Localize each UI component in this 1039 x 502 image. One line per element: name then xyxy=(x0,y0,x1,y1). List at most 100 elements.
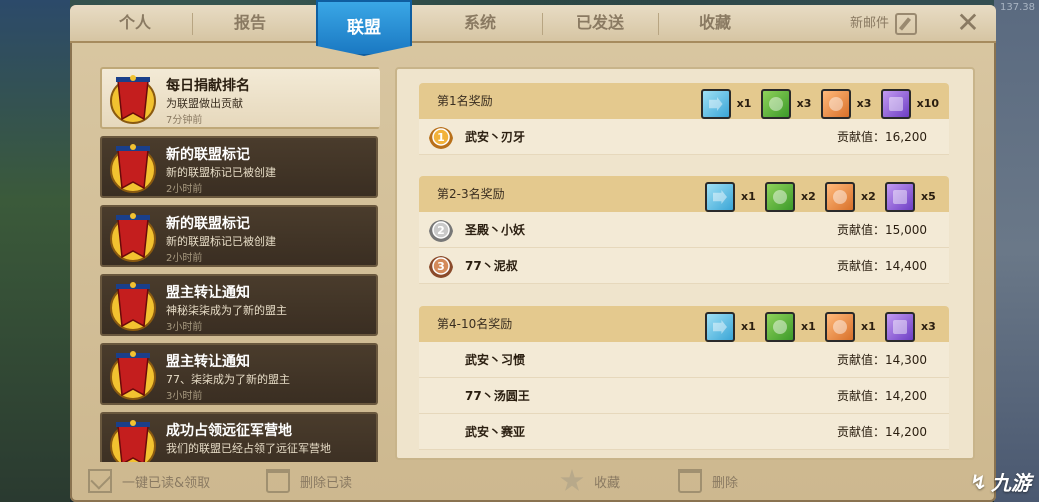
tab-alliance[interactable]: 联盟 xyxy=(316,0,412,56)
reward-section: 第1名奖励 x1 x3 x3 x10 1 武安丶刃牙 贡献值：16,200 xyxy=(419,83,949,155)
mail-list-item[interactable]: 盟主转让通知 77、柒柒成为了新的盟主 3小时前 xyxy=(100,343,378,405)
alliance-banner-icon xyxy=(108,73,158,125)
mail-list-item[interactable]: 成功占领远征军营地 我们的联盟已经占领了远征军营地 xyxy=(100,412,378,462)
player-name: 圣殿丶小妖 xyxy=(465,223,526,237)
reward-section-header: 第2-3名奖励 x1 x2 x2 x5 xyxy=(419,176,949,212)
player-name: 武安丶习惯 xyxy=(465,353,526,367)
watermark: ↯ 九游 xyxy=(970,467,1031,496)
reward-item[interactable]: x1 xyxy=(765,309,819,345)
speedup-icon xyxy=(705,182,735,212)
reward-count: x1 xyxy=(861,320,876,333)
mail-content: 第1名奖励 x1 x3 x3 x10 1 武安丶刃牙 贡献值：16,200 第2… xyxy=(395,67,975,460)
player-name: 77丶汤圆王 xyxy=(465,389,530,403)
reward-item[interactable]: x5 xyxy=(885,179,939,215)
tome-icon xyxy=(880,89,911,119)
coords-readout: 137.38 xyxy=(1000,2,1035,13)
reward-count: x10 xyxy=(916,97,939,110)
tome-icon xyxy=(885,312,915,342)
tab-divider xyxy=(192,13,193,35)
svg-text:3: 3 xyxy=(437,260,445,273)
bottom-bar: 一键已读&领取 删除已读 收藏 删除 xyxy=(70,460,996,502)
ranking-row: 武安丶习惯 贡献值：14,300 xyxy=(419,342,949,378)
tab-system[interactable]: 系统 xyxy=(420,5,540,43)
mail-time: 2小时前 xyxy=(166,184,203,195)
speedup-icon xyxy=(705,312,735,342)
tab-sent[interactable]: 已发送 xyxy=(544,5,656,43)
alliance-banner-icon xyxy=(108,418,158,462)
reward-item[interactable]: x1 xyxy=(705,179,759,215)
reward-count: x1 xyxy=(801,320,816,333)
reward-count: x1 xyxy=(741,190,756,203)
delete-read-button[interactable]: 删除已读 xyxy=(266,466,352,496)
reward-item[interactable]: x2 xyxy=(765,179,819,215)
svg-text:2: 2 xyxy=(437,224,445,237)
contribution-value: 贡献值：16,200 xyxy=(837,130,927,144)
mail-list-item[interactable]: 每日捐献排名 为联盟做出贡献 7分钟前 xyxy=(100,67,380,129)
mail-title: 新的联盟标记 xyxy=(166,216,250,232)
reward-tier-title: 第4-10名奖励 xyxy=(437,317,513,331)
reward-section-header: 第4-10名奖励 x1 x1 x1 x3 xyxy=(419,306,949,342)
favorite-label: 收藏 xyxy=(594,475,621,491)
mail-time: 3小时前 xyxy=(166,322,203,333)
mail-list-item[interactable]: 新的联盟标记 新的联盟标记已被创建 2小时前 xyxy=(100,205,378,267)
mail-subtitle: 77、柒柒成为了新的盟主 xyxy=(166,373,290,386)
delete-button[interactable]: 删除 xyxy=(678,466,738,496)
compose-icon xyxy=(895,13,918,35)
mail-subtitle: 新的联盟标记已被创建 xyxy=(166,235,276,248)
wood-icon xyxy=(825,182,855,212)
reward-item[interactable]: x10 xyxy=(880,86,939,122)
contribution-value: 贡献值：15,000 xyxy=(837,223,927,237)
tab-favorites[interactable]: 收藏 xyxy=(660,5,770,43)
contribution-value: 贡献值：14,200 xyxy=(837,425,927,439)
delete-read-label: 删除已读 xyxy=(300,475,353,491)
reward-item[interactable]: x1 xyxy=(700,86,755,122)
envelope-icon xyxy=(88,469,112,493)
reward-section-header: 第1名奖励 x1 x3 x3 x10 xyxy=(419,83,949,119)
reward-count: x1 xyxy=(736,97,752,110)
reward-section: 第4-10名奖励 x1 x1 x1 x3 武安丶习惯 贡献值：14,300 77… xyxy=(419,306,949,450)
reward-item[interactable]: x3 xyxy=(820,86,875,122)
tab-bar: 个人 报告 联盟 系统 已发送 收藏 新邮件 ✕ xyxy=(70,0,996,56)
food-icon xyxy=(765,312,795,342)
reward-items: x1 x2 x2 x5 xyxy=(705,179,939,215)
ranking-row: 1 武安丶刃牙 贡献值：16,200 xyxy=(419,119,949,155)
close-icon: ✕ xyxy=(956,6,980,39)
tab-personal[interactable]: 个人 xyxy=(80,5,190,43)
tab-divider xyxy=(658,13,659,35)
favorite-button[interactable]: 收藏 xyxy=(560,466,620,496)
delete-label: 删除 xyxy=(712,475,739,491)
reward-count: x2 xyxy=(801,190,816,203)
close-button[interactable]: ✕ xyxy=(954,9,982,37)
mail-list-item[interactable]: 新的联盟标记 新的联盟标记已被创建 2小时前 xyxy=(100,136,378,198)
reward-count: x1 xyxy=(741,320,756,333)
reward-count: x3 xyxy=(796,97,812,110)
tab-divider xyxy=(542,13,543,35)
ranking-row: 武安丶赛亚 贡献值：14,200 xyxy=(419,414,949,450)
reward-section: 第2-3名奖励 x1 x2 x2 x5 2 圣殿丶小妖 贡献值：15,000 3… xyxy=(419,176,949,284)
reward-item[interactable]: x1 xyxy=(705,309,759,345)
contribution-value: 贡献值：14,400 xyxy=(837,259,927,273)
reward-item[interactable]: x1 xyxy=(825,309,879,345)
wood-icon xyxy=(820,89,851,119)
mail-list-item[interactable]: 盟主转让通知 神秘柒柒成为了新的盟主 3小时前 xyxy=(100,274,378,336)
mail-time: 3小时前 xyxy=(166,391,203,402)
reward-item[interactable]: x3 xyxy=(885,309,939,345)
reward-item[interactable]: x2 xyxy=(825,179,879,215)
contribution-value: 贡献值：14,300 xyxy=(837,353,927,367)
reward-count: x2 xyxy=(861,190,876,203)
bronze-medal-icon: 3 xyxy=(427,253,455,279)
food-icon xyxy=(765,182,795,212)
mail-time: 2小时前 xyxy=(166,253,203,264)
star-icon xyxy=(560,469,584,491)
new-mail-button[interactable]: 新邮件 xyxy=(850,5,918,43)
tab-reports[interactable]: 报告 xyxy=(194,5,306,43)
ranking-row: 77丶汤圆王 贡献值：14,200 xyxy=(419,378,949,414)
read-all-button[interactable]: 一键已读&领取 xyxy=(88,466,210,496)
contribution-value: 贡献值：14,200 xyxy=(837,389,927,403)
watermark-logo-icon: ↯ xyxy=(970,469,987,494)
mail-title: 每日捐献排名 xyxy=(166,78,250,94)
wood-icon xyxy=(825,312,855,342)
player-name: 武安丶赛亚 xyxy=(465,425,526,439)
reward-item[interactable]: x3 xyxy=(760,86,815,122)
reward-count: x3 xyxy=(856,97,872,110)
